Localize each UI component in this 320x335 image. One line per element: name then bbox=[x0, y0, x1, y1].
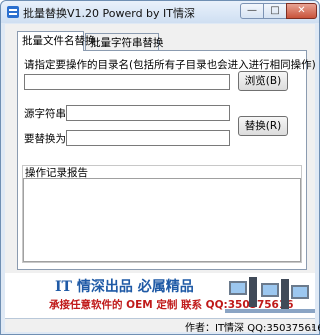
replace-with-input[interactable] bbox=[66, 130, 230, 146]
source-string-label: 源字符串 bbox=[24, 108, 66, 120]
source-string-input[interactable] bbox=[66, 105, 230, 121]
browse-button[interactable]: 浏览(B) bbox=[238, 71, 288, 91]
minimize-icon: — bbox=[247, 5, 257, 16]
client-area: 批量文件名替换 批量字符串替换 请指定要操作的目录名(包括所有子目录也会进入进行… bbox=[5, 24, 320, 334]
log-textarea[interactable] bbox=[23, 178, 301, 262]
status-author: 作者：IT情深 QQ:350375616 bbox=[185, 323, 320, 334]
tab-string-replace[interactable]: 批量字符串替换 bbox=[85, 33, 164, 50]
close-icon: ✕ bbox=[297, 5, 306, 16]
app-window: 批量替换V1.20 Powerd by IT情深 — □ ✕ 批量文件名替换 批… bbox=[0, 0, 320, 335]
tab-file-rename[interactable]: 批量文件名替换 bbox=[17, 31, 96, 51]
computers-icon bbox=[225, 277, 315, 313]
title-bar[interactable]: 批量替换V1.20 Powerd by IT情深 — □ ✕ bbox=[1, 1, 319, 23]
maximize-icon: □ bbox=[270, 5, 280, 16]
log-group: 操作记录报告 bbox=[22, 165, 302, 263]
promo-banner: IT 情深出品 必属精品 承接任意软件的 OEM 定制 联系 QQ:350375… bbox=[5, 273, 315, 319]
status-bar: 作者：IT情深 QQ:350375616 bbox=[5, 318, 320, 334]
dir-prompt-label: 请指定要操作的目录名(包括所有子目录也会进入进行相同操作) bbox=[24, 59, 316, 71]
window-title: 批量替换V1.20 Powerd by IT情深 bbox=[23, 7, 196, 20]
resize-grip-icon[interactable] bbox=[305, 322, 315, 332]
minimize-button[interactable]: — bbox=[240, 3, 264, 19]
directory-input[interactable] bbox=[24, 74, 230, 90]
close-button[interactable]: ✕ bbox=[286, 3, 317, 19]
banner-slogan: IT 情深出品 必属精品 bbox=[55, 279, 194, 295]
tab-panel: 请指定要操作的目录名(包括所有子目录也会进入进行相同操作) 浏览(B) 源字符串… bbox=[17, 50, 316, 270]
maximize-button[interactable]: □ bbox=[263, 3, 287, 19]
replace-button[interactable]: 替换(R) bbox=[238, 116, 288, 136]
replace-with-label: 要替换为 bbox=[24, 133, 66, 145]
app-icon bbox=[7, 6, 19, 18]
